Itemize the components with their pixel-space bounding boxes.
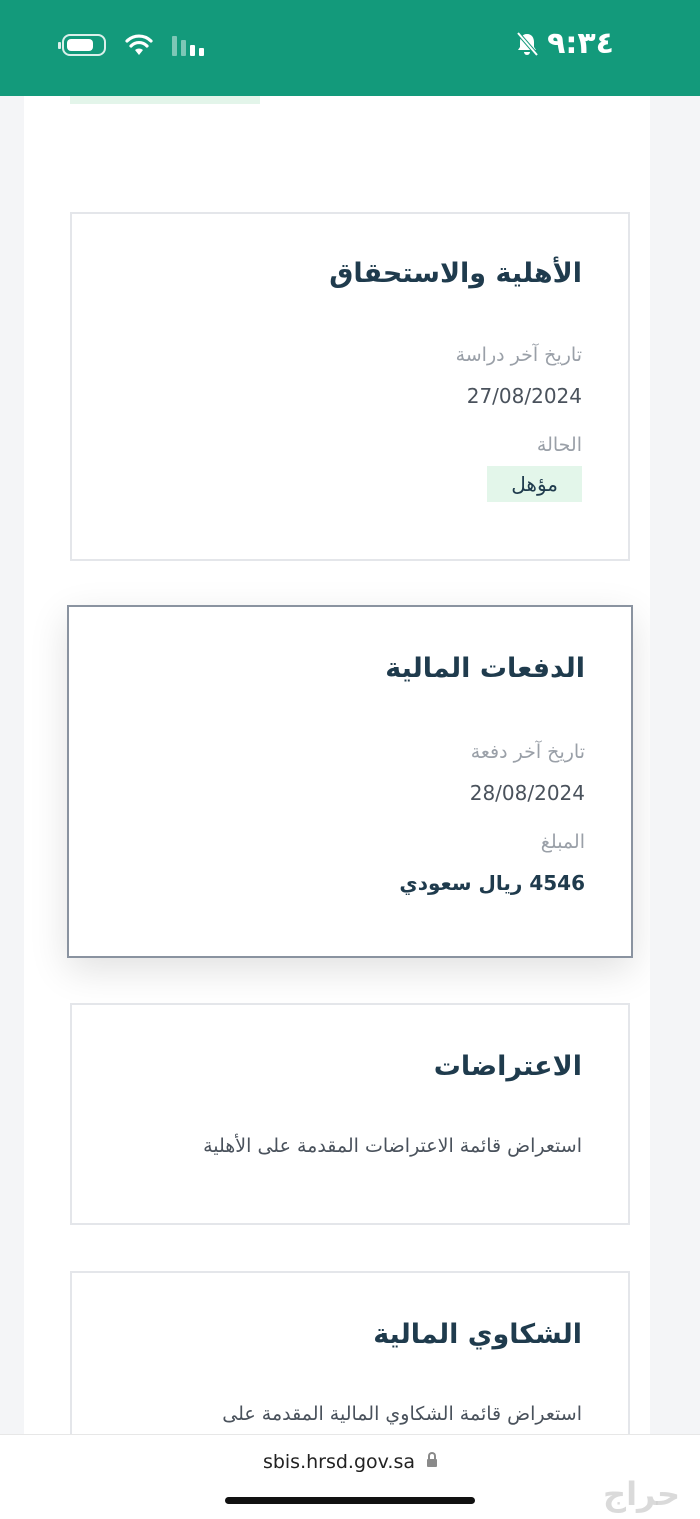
status-bar: ٩:٣٤ — [0, 0, 700, 96]
payments-title: الدفعات المالية — [385, 653, 585, 684]
eligibility-title: الأهلية والاستحقاق — [329, 258, 582, 289]
objections-card[interactable]: الاعتراضات استعراض قائمة الاعتراضات المق… — [70, 1003, 630, 1225]
eligibility-card[interactable]: الأهلية والاستحقاق تاريخ آخر دراسة 27/08… — [70, 212, 630, 561]
url-text[interactable]: sbis.hrsd.gov.sa — [263, 1451, 415, 1473]
watermark-logo: حراج — [603, 1475, 680, 1513]
last-payment-value: 28/08/2024 — [469, 781, 585, 805]
url-display[interactable]: sbis.hrsd.gov.sa — [0, 1451, 700, 1473]
previous-status-badge — [70, 96, 260, 104]
page-content: الأهلية والاستحقاق تاريخ آخر دراسة 27/08… — [24, 96, 650, 1434]
status-badge: مؤهل — [487, 466, 582, 502]
battery-icon — [58, 34, 106, 56]
lock-icon — [427, 1451, 438, 1467]
status-time: ٩:٣٤ — [547, 26, 614, 61]
last-payment-label: تاريخ آخر دفعة — [470, 741, 585, 763]
browser-url-bar[interactable]: sbis.hrsd.gov.sa حراج — [0, 1434, 700, 1519]
complaints-title: الشكاوي المالية — [373, 1319, 582, 1350]
amount-value: 4546 ريال سعودي — [399, 871, 585, 895]
amount-label: المبلغ — [540, 831, 585, 853]
complaints-description: استعراض قائمة الشكاوي المالية المقدمة عل… — [222, 1403, 582, 1425]
bell-slash-icon — [516, 31, 539, 56]
objections-description: استعراض قائمة الاعتراضات المقدمة على الأ… — [203, 1135, 582, 1157]
objections-title: الاعتراضات — [433, 1051, 582, 1082]
status-icons-left — [58, 33, 204, 57]
status-label: الحالة — [536, 434, 582, 456]
status-icons-right: ٩:٣٤ — [515, 26, 614, 61]
home-indicator[interactable] — [225, 1497, 475, 1504]
last-study-label: تاريخ آخر دراسة — [455, 344, 582, 366]
last-study-value: 27/08/2024 — [466, 384, 582, 408]
wifi-icon — [125, 34, 153, 55]
cellular-signal-icon — [172, 34, 204, 56]
complaints-card[interactable]: الشكاوي المالية استعراض قائمة الشكاوي ال… — [70, 1271, 630, 1434]
payments-card[interactable]: الدفعات المالية تاريخ آخر دفعة 28/08/202… — [67, 605, 633, 958]
